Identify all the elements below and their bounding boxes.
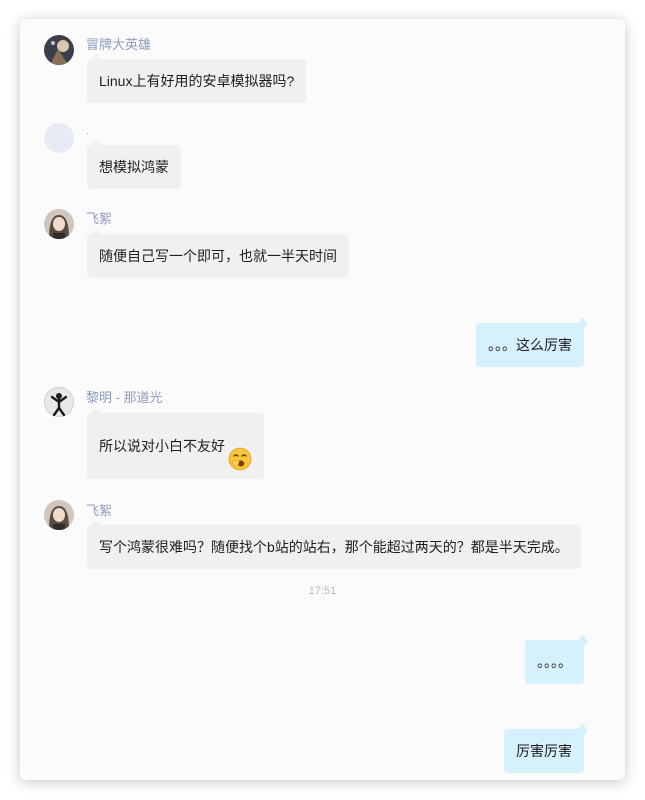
sender-name: 飞絮 <box>86 211 113 226</box>
avatar[interactable] <box>44 123 74 153</box>
timestamp: 17:51 <box>308 585 337 597</box>
outgoing-message-bubble[interactable]: 。。。这么厉害 <box>476 323 584 367</box>
avatar[interactable] <box>44 209 74 239</box>
avatar[interactable] <box>44 35 74 65</box>
message-bubble[interactable]: 写个鸿蒙很难吗？随便找个b站的站右，那个能超过两天的？都是半天完成。 <box>87 520 581 569</box>
message-text: 所以说对小白不友好 <box>99 438 225 454</box>
message-bubble[interactable]: 随便自己写一个即可，也就一半天时间 <box>87 229 349 278</box>
sender-name: · <box>86 128 89 138</box>
message-bubble[interactable]: 想模拟鸿蒙 <box>87 140 181 189</box>
avatar[interactable] <box>44 387 74 417</box>
outgoing-message-bubble[interactable]: 。。。。 <box>525 640 584 684</box>
message-bubble[interactable]: 所以说对小白不友好 <box>87 408 264 479</box>
sender-name: 冒牌大英雄 <box>86 37 152 52</box>
yawning-face-icon <box>228 433 252 471</box>
avatar[interactable] <box>44 500 74 530</box>
message-bubble[interactable]: Linux上有好用的安卓模拟器吗? <box>87 54 307 103</box>
sender-name: 飞絮 <box>86 503 113 518</box>
sender-name: 黎明 - 那道光 <box>86 390 163 405</box>
outgoing-message-bubble[interactable]: 厉害厉害 <box>504 729 584 773</box>
chat-window: 冒牌大英雄 Linux上有好用的安卓模拟器吗? · 想模拟鸿蒙 飞絮 随便自己写… <box>20 19 625 780</box>
